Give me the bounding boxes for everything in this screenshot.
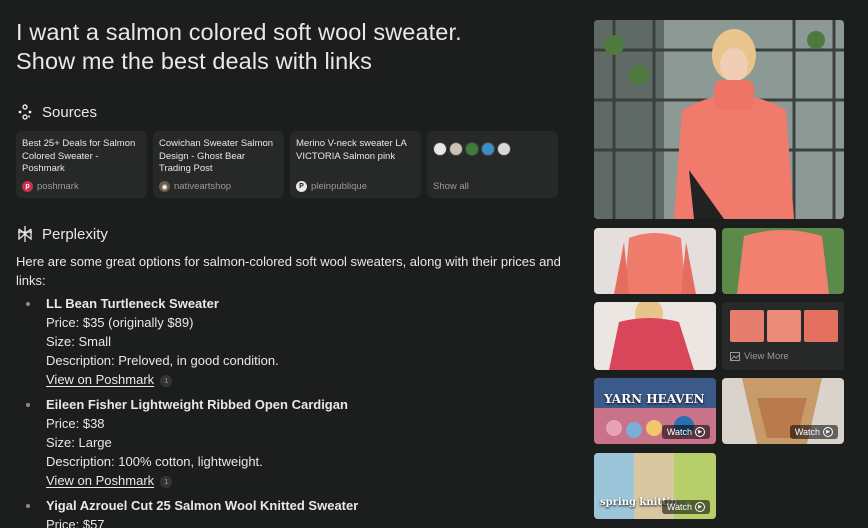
favicon-icon bbox=[449, 142, 463, 156]
answer-heading-label: Perplexity bbox=[42, 225, 108, 243]
source-card-poshmark[interactable]: Best 25+ Deals for Salmon Colored Sweate… bbox=[16, 131, 147, 198]
poshmark-icon: p bbox=[22, 181, 33, 192]
view-more-thumbnails bbox=[730, 310, 838, 342]
item-size: Size: Large bbox=[46, 435, 112, 450]
sources-list: Best 25+ Deals for Salmon Colored Sweate… bbox=[16, 131, 558, 198]
favicon-icon bbox=[433, 142, 447, 156]
thumbnail bbox=[804, 310, 838, 342]
bullet bbox=[26, 302, 30, 306]
list-item: Yigal Azrouel Cut 25 Salmon Wool Knitted… bbox=[16, 496, 561, 528]
source-site-label: poshmark bbox=[37, 181, 79, 192]
thumbnail bbox=[730, 310, 764, 342]
source-site: ◉ nativeartshop bbox=[159, 181, 278, 192]
source-site-label: pleinpublique bbox=[311, 181, 367, 192]
watch-label: Watch bbox=[794, 427, 820, 437]
list-item: Eileen Fisher Lightweight Ribbed Open Ca… bbox=[16, 395, 561, 490]
citation-badge[interactable]: 1 bbox=[160, 374, 173, 387]
item-description: Description: 100% cotton, lightweight. bbox=[46, 454, 263, 469]
view-more-button[interactable]: View More bbox=[722, 302, 844, 370]
item-link[interactable]: View on Poshmark bbox=[46, 473, 154, 488]
product-image[interactable] bbox=[594, 302, 716, 370]
thumbnail bbox=[767, 310, 801, 342]
item-price: Price: $38 bbox=[46, 416, 105, 431]
source-card-show-all[interactable]: Show all bbox=[427, 131, 558, 198]
bullet bbox=[26, 403, 30, 407]
answer-heading: Perplexity bbox=[16, 225, 108, 243]
item-name: Yigal Azrouel Cut 25 Salmon Wool Knitted… bbox=[46, 498, 359, 513]
item-description: Description: Preloved, in good condition… bbox=[46, 353, 279, 368]
show-all-label: Show all bbox=[433, 181, 469, 192]
view-more-label-wrap: View More bbox=[730, 351, 789, 362]
watch-button[interactable]: Watch ▶ bbox=[789, 425, 838, 439]
citation-badge[interactable]: 1 bbox=[160, 475, 173, 488]
item-size: Size: Small bbox=[46, 334, 112, 349]
perplexity-icon bbox=[18, 226, 32, 242]
play-icon: ▶ bbox=[695, 502, 705, 512]
bullet bbox=[26, 504, 30, 508]
item-link[interactable]: View on Poshmark bbox=[46, 372, 154, 387]
pleinpublique-icon: P bbox=[296, 181, 307, 192]
source-card-nativeartshop[interactable]: Cowichan Sweater Salmon Design - Ghost B… bbox=[153, 131, 284, 198]
sweater-photo bbox=[594, 302, 716, 370]
sweater-photo bbox=[594, 20, 844, 219]
sources-heading: Sources bbox=[16, 103, 97, 121]
product-image[interactable] bbox=[594, 228, 716, 294]
item-name: Eileen Fisher Lightweight Ribbed Open Ca… bbox=[46, 397, 348, 412]
nativeartshop-icon: ◉ bbox=[159, 181, 170, 192]
sources-heading-label: Sources bbox=[42, 103, 98, 121]
source-title: Cowichan Sweater Salmon Design - Ghost B… bbox=[159, 138, 274, 174]
play-icon: ▶ bbox=[823, 427, 833, 437]
source-site-label: nativeartshop bbox=[174, 181, 232, 192]
list-item: LL Bean Turtleneck Sweater Price: $35 (o… bbox=[16, 294, 561, 389]
main-product-image[interactable] bbox=[594, 20, 844, 219]
source-title: Best 25+ Deals for Salmon Colored Sweate… bbox=[22, 138, 136, 174]
source-site: P pleinpublique bbox=[296, 181, 415, 192]
video-thumbnail[interactable]: spring knittin Watch ▶ bbox=[594, 453, 716, 519]
item-price: Price: $57 bbox=[46, 517, 105, 528]
favicon-icon bbox=[465, 142, 479, 156]
sweater-photo bbox=[594, 228, 716, 294]
play-icon: ▶ bbox=[695, 427, 705, 437]
video-thumbnail[interactable]: Watch ▶ bbox=[722, 378, 844, 444]
source-card-pleinpublique[interactable]: Merino V-neck sweater LA VICTORIA Salmon… bbox=[290, 131, 421, 198]
watch-button[interactable]: Watch ▶ bbox=[661, 500, 710, 514]
source-site: p poshmark bbox=[22, 181, 141, 192]
answer-body: Here are some great options for salmon-c… bbox=[16, 252, 561, 528]
sources-icon bbox=[18, 104, 32, 120]
item-price: Price: $35 (originally $89) bbox=[46, 315, 194, 330]
video-overlay-text: YARN HEAVEN bbox=[604, 392, 705, 406]
item-name: LL Bean Turtleneck Sweater bbox=[46, 296, 219, 311]
query-line-2: Show me the best deals with links bbox=[16, 48, 372, 74]
watch-label: Watch bbox=[666, 427, 692, 437]
image-icon bbox=[730, 352, 740, 361]
favicon-icon bbox=[497, 142, 511, 156]
sweater-photo bbox=[722, 228, 844, 294]
product-image[interactable] bbox=[722, 228, 844, 294]
favicon-icon bbox=[481, 142, 495, 156]
view-more-label: View More bbox=[744, 351, 789, 362]
source-title: Merino V-neck sweater LA VICTORIA Salmon… bbox=[296, 138, 407, 162]
video-thumbnail[interactable]: YARN HEAVEN Watch ▶ bbox=[594, 378, 716, 444]
watch-button[interactable]: Watch ▶ bbox=[661, 425, 710, 439]
answer-intro: Here are some great options for salmon-c… bbox=[16, 254, 561, 288]
source-favicons bbox=[433, 142, 552, 156]
query-line-1: I want a salmon colored soft wool sweate… bbox=[16, 19, 462, 45]
watch-label: Watch bbox=[666, 502, 692, 512]
query-title: I want a salmon colored soft wool sweate… bbox=[16, 18, 561, 76]
